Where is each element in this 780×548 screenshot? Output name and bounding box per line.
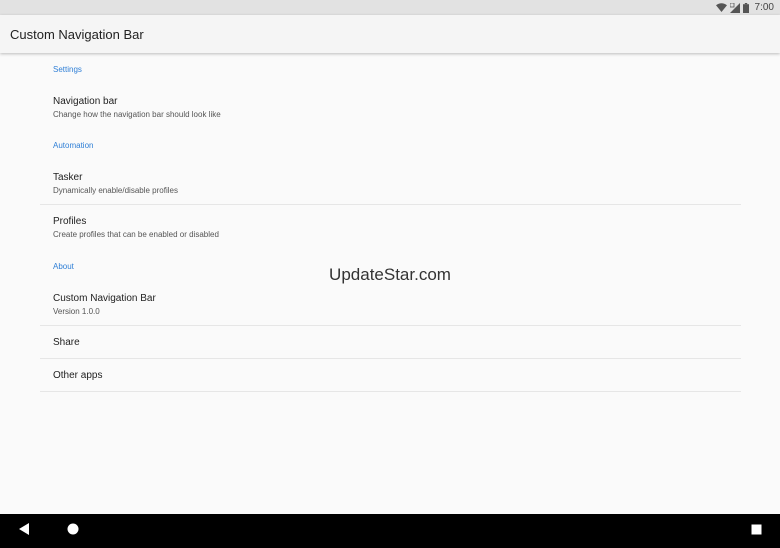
- status-icons: 7:00: [715, 1, 774, 14]
- home-button[interactable]: [53, 514, 93, 548]
- signal-icon: [729, 2, 740, 13]
- pref-share[interactable]: Share: [40, 326, 741, 358]
- pref-navigation-bar[interactable]: Navigation bar Change how the navigation…: [40, 86, 741, 126]
- recents-icon: [751, 522, 762, 540]
- pref-tasker[interactable]: Tasker Dynamically enable/disable profil…: [40, 162, 741, 205]
- pref-navigation-bar-summary: Change how the navigation bar should loo…: [53, 110, 221, 119]
- category-about: About: [53, 262, 74, 271]
- pref-profiles[interactable]: Profiles Create profiles that can be ena…: [40, 205, 741, 245]
- pref-share-title: Share: [53, 337, 80, 348]
- pref-tasker-title: Tasker: [53, 172, 83, 183]
- pref-about-app-version: Version 1.0.0: [53, 307, 100, 316]
- recents-button[interactable]: [736, 514, 776, 548]
- toolbar-title: Custom Navigation Bar: [10, 27, 144, 42]
- system-navigation-bar: [0, 514, 780, 548]
- category-settings: Settings: [53, 65, 82, 74]
- pref-about-app-title: Custom Navigation Bar: [53, 293, 156, 304]
- back-icon: [18, 522, 30, 540]
- back-button[interactable]: [4, 514, 44, 548]
- battery-icon: [742, 2, 749, 13]
- divider: [40, 391, 741, 392]
- status-time: 7:00: [754, 2, 774, 13]
- pref-about-app[interactable]: Custom Navigation Bar Version 1.0.0: [40, 283, 741, 325]
- pref-tasker-summary: Dynamically enable/disable profiles: [53, 186, 178, 195]
- pref-other-apps[interactable]: Other apps: [40, 359, 741, 391]
- pref-other-apps-title: Other apps: [53, 370, 103, 381]
- status-bar: 7:00: [0, 0, 780, 15]
- home-icon: [67, 522, 79, 540]
- pref-profiles-title: Profiles: [53, 216, 87, 227]
- pref-profiles-summary: Create profiles that can be enabled or d…: [53, 230, 219, 239]
- app-toolbar: Custom Navigation Bar: [0, 15, 780, 53]
- pref-navigation-bar-title: Navigation bar: [53, 96, 118, 107]
- wifi-icon: [715, 3, 727, 12]
- category-automation: Automation: [53, 141, 94, 150]
- watermark-text: UpdateStar.com: [329, 265, 451, 284]
